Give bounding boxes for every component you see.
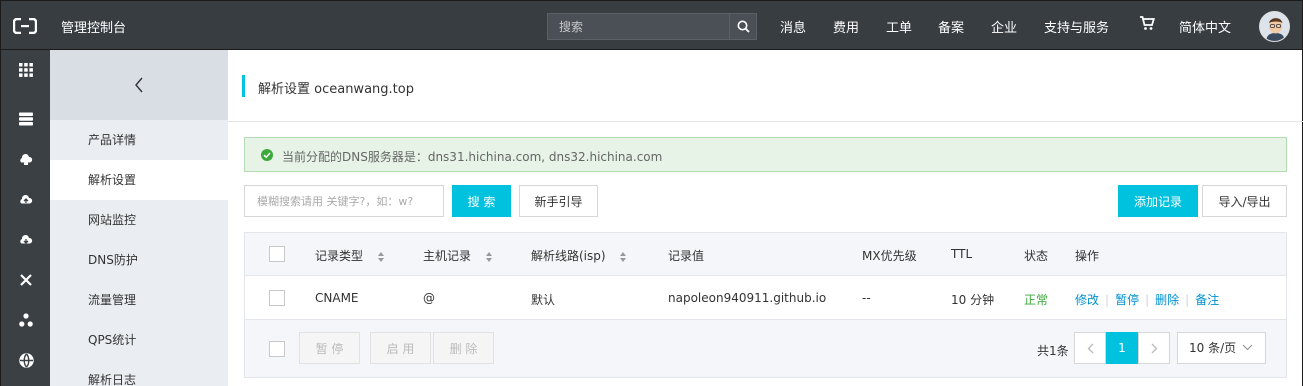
separator: | (1185, 293, 1190, 307)
subnav-item-product-detail[interactable]: 产品详情 (50, 120, 228, 160)
edit-link[interactable]: 修改 (1075, 293, 1099, 307)
sort-icon (620, 251, 627, 262)
status-badge: 正常 (1024, 293, 1049, 307)
dns-subnav: 产品详情 解析设置 网站监控 DNS防护 流量管理 QPS统计 解析日志 (50, 50, 228, 386)
server-icon[interactable] (1, 99, 51, 139)
import-export-button[interactable]: 导入/导出 (1202, 185, 1287, 217)
col-status: 状态 (1024, 249, 1049, 263)
records-table: 记录类型 主机记录 解析线路(isp) 记录值 MX优先级 TTL 状态 操作 … (244, 232, 1287, 378)
bulk-delete-button[interactable]: 删 除 (433, 332, 494, 364)
record-line: 默认 (531, 293, 556, 307)
pager-prev-button[interactable] (1074, 332, 1106, 364)
record-search-input[interactable] (244, 185, 444, 217)
avatar[interactable] (1259, 11, 1290, 42)
page-size-value: 10 条/页 (1189, 341, 1237, 355)
remark-link[interactable]: 备注 (1195, 293, 1219, 307)
separator: | (1105, 293, 1110, 307)
nav-billing[interactable]: 费用 (833, 17, 859, 36)
subnav-item-dns-settings[interactable]: 解析设置 (50, 160, 228, 200)
col-ttl: TTL (951, 247, 973, 261)
delete-link[interactable]: 删除 (1155, 293, 1179, 307)
collapse-button[interactable] (50, 50, 228, 120)
global-search-input[interactable] (548, 14, 730, 39)
pause-link[interactable]: 暂停 (1115, 293, 1139, 307)
bulk-enable-button[interactable]: 启 用 (370, 332, 431, 364)
row-actions: 修改 | 暂停 | 删除 | 备注 (1075, 291, 1219, 308)
nav-icp[interactable]: 备案 (938, 17, 964, 36)
subnav-item-logs[interactable]: 解析日志 (50, 360, 228, 386)
pager-total: 共1条 (1037, 344, 1069, 358)
alert-text: 当前分配的DNS服务器是：dns31.hichina.com, dns32.hi… (282, 150, 663, 164)
top-bar: 管理控制台 消息 费用 工单 备案 企业 支持与服务 简体中文 (0, 0, 1303, 50)
subnav-item-site-monitor[interactable]: 网站监控 (50, 200, 228, 240)
col-value: 记录值 (668, 249, 705, 263)
pager-current-page[interactable]: 1 (1106, 332, 1138, 364)
record-ttl: 10 分钟 (951, 293, 995, 307)
sort-icon (377, 251, 384, 262)
search-icon[interactable] (729, 14, 756, 39)
pager-next-button[interactable] (1138, 332, 1170, 364)
title-accent-bar (242, 75, 245, 97)
page-title: 解析设置 oceanwang.top (258, 82, 414, 97)
col-host[interactable]: 主机记录 (423, 247, 493, 264)
cloud-shield-icon[interactable] (1, 139, 51, 179)
global-search (547, 13, 757, 40)
language-switch[interactable]: 简体中文 (1179, 17, 1231, 36)
select-all-checkbox[interactable] (269, 246, 285, 262)
record-value: napoleon940911.github.io (668, 291, 827, 305)
chevron-right-icon (1151, 343, 1157, 353)
col-type[interactable]: 记录类型 (315, 247, 385, 264)
product-rail (0, 50, 50, 386)
record-type: CNAME (315, 291, 359, 305)
nav-enterprise[interactable]: 企业 (991, 17, 1017, 36)
bulk-pause-button[interactable]: 暂 停 (299, 332, 360, 364)
cloud-download-icon[interactable] (1, 220, 51, 260)
record-mx: -- (862, 291, 871, 305)
chevron-left-icon (135, 77, 143, 93)
col-line-label: 解析线路(isp) (531, 249, 606, 263)
footer-select-all-checkbox[interactable] (269, 341, 285, 357)
cluster-icon[interactable] (1, 300, 51, 340)
main-content: 解析设置 oceanwang.top 当前分配的DNS服务器是：dns31.hi… (228, 50, 1303, 386)
sort-icon (485, 251, 492, 262)
chevron-left-icon (1087, 343, 1093, 353)
network-icon[interactable] (1, 260, 51, 300)
chevron-down-icon (1242, 344, 1253, 351)
col-host-label: 主机记录 (423, 249, 472, 263)
app-title[interactable]: 管理控制台 (61, 17, 126, 36)
table-footer: 暂 停 启 用 删 除 共1条 1 10 条/页 (245, 320, 1286, 377)
col-line[interactable]: 解析线路(isp) (531, 247, 627, 264)
grid-icon[interactable] (1, 50, 51, 90)
record-host: @ (423, 291, 435, 305)
add-record-button[interactable]: 添加记录 (1118, 185, 1198, 217)
nav-support[interactable]: 支持与服务 (1044, 17, 1109, 36)
subnav-item-dns-protection[interactable]: DNS防护 (50, 240, 228, 280)
cart-icon[interactable] (1139, 15, 1156, 35)
table-header: 记录类型 主机记录 解析线路(isp) 记录值 MX优先级 TTL 状态 操作 (245, 233, 1286, 276)
col-mx: MX优先级 (862, 249, 917, 263)
search-button[interactable]: 搜 索 (452, 185, 511, 217)
col-actions: 操作 (1075, 249, 1100, 263)
globe-icon[interactable] (1, 340, 51, 380)
dns-server-alert: 当前分配的DNS服务器是：dns31.hichina.com, dns32.hi… (244, 137, 1287, 172)
nav-tickets[interactable]: 工单 (886, 17, 912, 36)
nav-messages[interactable]: 消息 (780, 17, 806, 36)
divider (228, 121, 1303, 122)
page-size-select[interactable]: 10 条/页 (1177, 332, 1266, 364)
col-type-label: 记录类型 (315, 249, 364, 263)
separator: | (1145, 293, 1150, 307)
check-circle-icon (261, 149, 273, 161)
subnav-item-qps[interactable]: QPS统计 (50, 320, 228, 360)
guide-button[interactable]: 新手引导 (519, 185, 598, 217)
cloud-upload-icon[interactable] (1, 180, 51, 220)
row-checkbox[interactable] (269, 290, 285, 306)
aliyun-logo-icon[interactable] (12, 17, 38, 35)
table-row: CNAME @ 默认 napoleon940911.github.io -- 1… (245, 276, 1286, 320)
subnav-item-traffic[interactable]: 流量管理 (50, 280, 228, 320)
